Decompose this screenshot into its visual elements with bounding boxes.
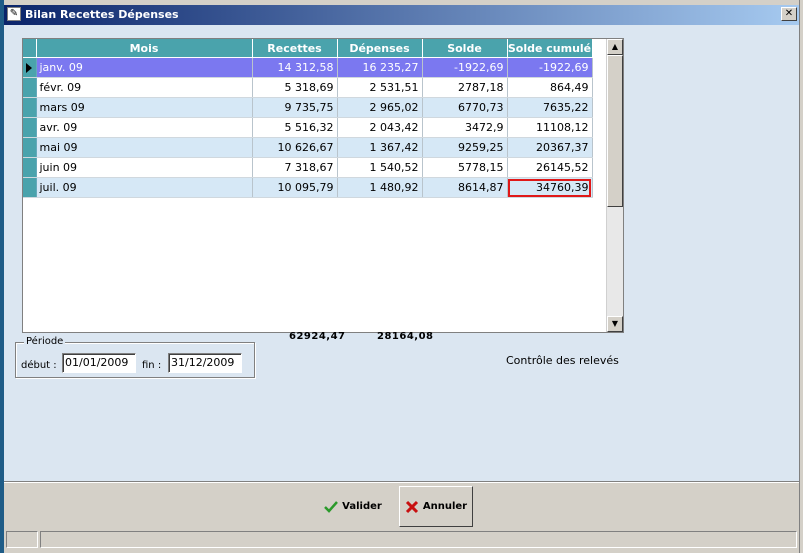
- check-icon: [324, 500, 339, 513]
- cell-depenses[interactable]: 16 235,27: [337, 57, 423, 78]
- cell-mois[interactable]: juin 09: [36, 157, 253, 178]
- valider-label: Valider: [342, 501, 382, 512]
- cell-recettes[interactable]: 9 735,75: [252, 97, 338, 118]
- cell-recettes[interactable]: 7 318,67: [252, 157, 338, 178]
- cell-mois[interactable]: avr. 09: [36, 117, 253, 138]
- client-area: Mois Recettes Dépenses Solde Solde cumul…: [4, 25, 799, 481]
- cell-recettes[interactable]: 5 318,69: [252, 77, 338, 98]
- cell-mois[interactable]: juil. 09: [36, 177, 253, 198]
- column-header-solde-cumule[interactable]: Solde cumulé: [506, 39, 593, 58]
- cell-recettes[interactable]: 10 095,79: [252, 177, 338, 198]
- status-bar: [4, 529, 799, 549]
- debut-date-field[interactable]: 01/01/2009: [62, 353, 136, 373]
- cell-mois[interactable]: janv. 09: [36, 57, 253, 78]
- cell-recettes[interactable]: 14 312,58: [252, 57, 338, 78]
- row-indicator[interactable]: [23, 117, 37, 138]
- cell-solde-cumule[interactable]: 26145,52: [507, 157, 593, 178]
- annuler-label: Annuler: [422, 501, 468, 512]
- close-button[interactable]: ✕: [781, 7, 797, 21]
- row-indicator[interactable]: [23, 157, 37, 178]
- scroll-thumb[interactable]: [607, 55, 623, 207]
- cell-mois[interactable]: mai 09: [36, 137, 253, 158]
- grid-table: Mois Recettes Dépenses Solde Solde cumul…: [23, 39, 593, 198]
- cell-recettes[interactable]: 10 626,67: [252, 137, 338, 158]
- separator: [4, 481, 799, 483]
- cell-solde[interactable]: 3472,9: [422, 117, 508, 138]
- cell-solde[interactable]: -1922,69: [422, 57, 508, 78]
- periode-legend: Période: [24, 336, 66, 347]
- periode-group: Période début : 01/01/2009 fin : 31/12/2…: [15, 336, 255, 378]
- status-cell-2: [40, 531, 797, 548]
- cell-solde-cumule[interactable]: 20367,37: [507, 137, 593, 158]
- cell-solde[interactable]: 6770,73: [422, 97, 508, 118]
- row-indicator[interactable]: [23, 57, 37, 78]
- column-header-depenses[interactable]: Dépenses: [336, 39, 423, 58]
- table-row[interactable]: mars 09 9 735,75 2 965,02 6770,73 7635,2…: [23, 97, 593, 118]
- cell-solde-cumule[interactable]: 7635,22: [507, 97, 593, 118]
- desktop-edge-right: [799, 0, 803, 553]
- cell-depenses[interactable]: 1 480,92: [337, 177, 423, 198]
- cell-solde-cumule[interactable]: 864,49: [507, 77, 593, 98]
- cell-mois[interactable]: févr. 09: [36, 77, 253, 98]
- status-cell-1: [6, 531, 38, 548]
- annuler-button[interactable]: Annuler: [399, 486, 473, 527]
- cell-depenses[interactable]: 2 043,42: [337, 117, 423, 138]
- window-title: Bilan Recettes Dépenses: [25, 8, 179, 21]
- row-indicator[interactable]: [23, 177, 37, 198]
- results-grid[interactable]: Mois Recettes Dépenses Solde Solde cumul…: [22, 38, 624, 333]
- cell-depenses[interactable]: 1 367,42: [337, 137, 423, 158]
- controle-releves-label[interactable]: Contrôle des relevés: [506, 354, 619, 367]
- scroll-up-arrow-icon[interactable]: ▲: [607, 39, 623, 55]
- column-header-recettes[interactable]: Recettes: [251, 39, 338, 58]
- cell-solde-cumule-highlighted[interactable]: 34760,39: [507, 177, 593, 198]
- total-recettes: 62924,47: [289, 331, 346, 342]
- title-bar[interactable]: ✎ Bilan Recettes Dépenses ✕: [4, 5, 799, 25]
- grid-header-row: Mois Recettes Dépenses Solde Solde cumul…: [23, 39, 593, 58]
- valider-button[interactable]: Valider: [320, 486, 386, 527]
- cell-depenses[interactable]: 1 540,52: [337, 157, 423, 178]
- row-indicator-header: [23, 39, 37, 58]
- total-depenses: 28164,08: [377, 331, 434, 342]
- cell-depenses[interactable]: 2 531,51: [337, 77, 423, 98]
- cell-solde-cumule[interactable]: 11108,12: [507, 117, 593, 138]
- table-row[interactable]: avr. 09 5 516,32 2 043,42 3472,9 11108,1…: [23, 117, 593, 138]
- row-indicator[interactable]: [23, 77, 37, 98]
- cell-recettes[interactable]: 5 516,32: [252, 117, 338, 138]
- debut-label: début :: [21, 360, 57, 371]
- table-row[interactable]: juin 09 7 318,67 1 540,52 5778,15 26145,…: [23, 157, 593, 178]
- x-icon: [405, 500, 418, 513]
- cell-solde[interactable]: 5778,15: [422, 157, 508, 178]
- row-indicator[interactable]: [23, 137, 37, 158]
- column-header-solde[interactable]: Solde: [421, 39, 508, 58]
- scroll-down-arrow-icon[interactable]: ▼: [607, 316, 623, 332]
- table-row[interactable]: mai 09 10 626,67 1 367,42 9259,25 20367,…: [23, 137, 593, 158]
- fin-date-field[interactable]: 31/12/2009: [168, 353, 242, 373]
- table-row[interactable]: févr. 09 5 318,69 2 531,51 2787,18 864,4…: [23, 77, 593, 98]
- cell-mois[interactable]: mars 09: [36, 97, 253, 118]
- current-row-arrow-icon: [26, 63, 32, 73]
- vertical-scrollbar[interactable]: ▲ ▼: [606, 39, 623, 332]
- cell-solde-cumule[interactable]: -1922,69: [507, 57, 593, 78]
- app-icon: ✎: [7, 7, 21, 21]
- table-row[interactable]: juil. 09 10 095,79 1 480,92 8614,87 3476…: [23, 177, 593, 198]
- cell-solde[interactable]: 9259,25: [422, 137, 508, 158]
- column-header-mois[interactable]: Mois: [35, 39, 253, 58]
- cell-solde[interactable]: 8614,87: [422, 177, 508, 198]
- cell-depenses[interactable]: 2 965,02: [337, 97, 423, 118]
- fin-label: fin :: [142, 360, 162, 371]
- row-indicator[interactable]: [23, 97, 37, 118]
- table-row[interactable]: janv. 09 14 312,58 16 235,27 -1922,69 -1…: [23, 57, 593, 78]
- cell-solde[interactable]: 2787,18: [422, 77, 508, 98]
